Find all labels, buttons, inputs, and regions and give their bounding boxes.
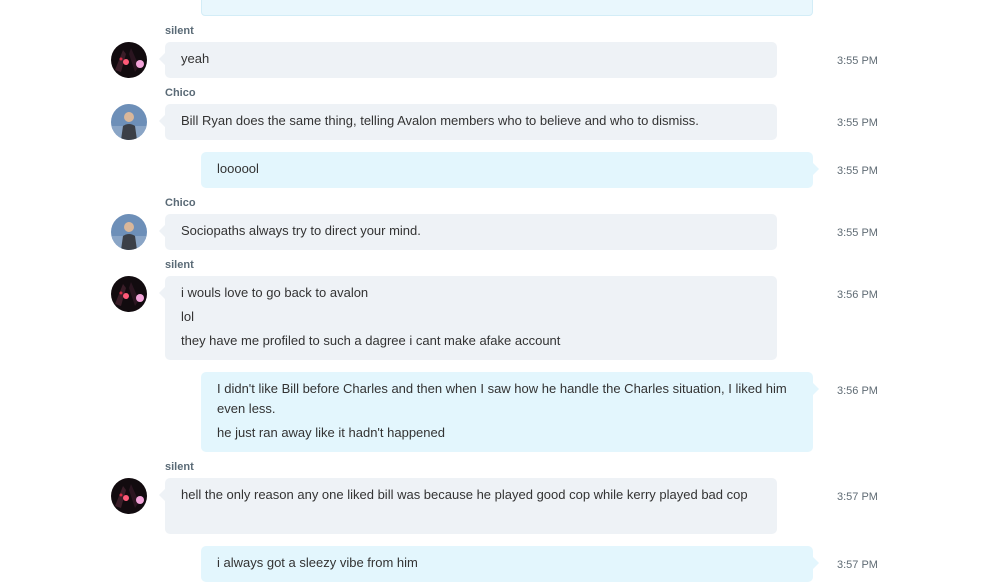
message-timestamp: 3:55 PM <box>837 55 878 67</box>
message-text: hell the only reason any one liked bill … <box>181 487 748 502</box>
chat-conversation: silent yeah 3:55 PM Chico Bill Ryan does… <box>0 0 984 585</box>
message-timestamp: 3:56 PM <box>837 289 878 301</box>
avatar-chico[interactable] <box>111 104 147 140</box>
silent-avatar-icon <box>111 276 147 312</box>
silent-avatar-icon <box>111 42 147 78</box>
message-bubble[interactable]: hell the only reason any one liked bill … <box>159 478 777 534</box>
avatar-silent[interactable] <box>111 276 147 312</box>
message-timestamp: 3:55 PM <box>837 165 878 177</box>
message-text: lol <box>181 309 195 324</box>
message-text: Bill Ryan does the same thing, telling A… <box>181 113 699 128</box>
previous-message-bubble <box>201 0 813 16</box>
sender-name: silent <box>165 461 194 473</box>
message-text: loooool <box>217 161 259 176</box>
message-timestamp: 3:57 PM <box>837 491 878 503</box>
avatar-chico[interactable] <box>111 214 147 250</box>
message-text: i wouls love to go back to avalon <box>181 285 369 300</box>
message-bubble[interactable]: loooool <box>201 152 819 188</box>
silent-avatar-icon <box>111 478 147 514</box>
message-text: they have me profiled to such a dagree i… <box>181 333 561 348</box>
message-bubble[interactable]: Sociopaths always try to direct your min… <box>159 214 777 250</box>
message-text: Sociopaths always try to direct your min… <box>181 223 421 238</box>
message-timestamp: 3:55 PM <box>837 117 878 129</box>
message-timestamp: 3:56 PM <box>837 385 878 397</box>
message-text: I didn't like Bill before Charles and th… <box>217 381 787 416</box>
sender-name: Chico <box>165 197 196 209</box>
message-text: i always got a sleezy vibe from him <box>217 555 418 570</box>
sender-name: silent <box>165 259 194 271</box>
message-text: yeah <box>181 51 210 66</box>
message-bubble[interactable]: Bill Ryan does the same thing, telling A… <box>159 104 777 140</box>
chico-avatar-icon <box>111 104 147 140</box>
message-bubble[interactable]: i wouls love to go back to avalon lol th… <box>159 276 777 360</box>
sender-name: Chico <box>165 87 196 99</box>
message-timestamp: 3:57 PM <box>837 559 878 571</box>
message-bubble[interactable]: yeah <box>159 42 777 78</box>
avatar-silent[interactable] <box>111 42 147 78</box>
message-timestamp: 3:55 PM <box>837 227 878 239</box>
avatar-silent[interactable] <box>111 478 147 514</box>
message-bubble[interactable]: I didn't like Bill before Charles and th… <box>201 372 819 452</box>
sender-name: silent <box>165 25 194 37</box>
message-bubble[interactable]: i always got a sleezy vibe from him <box>201 546 819 582</box>
message-text: he just ran away like it hadn't happened <box>217 425 445 440</box>
chico-avatar-icon <box>111 214 147 250</box>
